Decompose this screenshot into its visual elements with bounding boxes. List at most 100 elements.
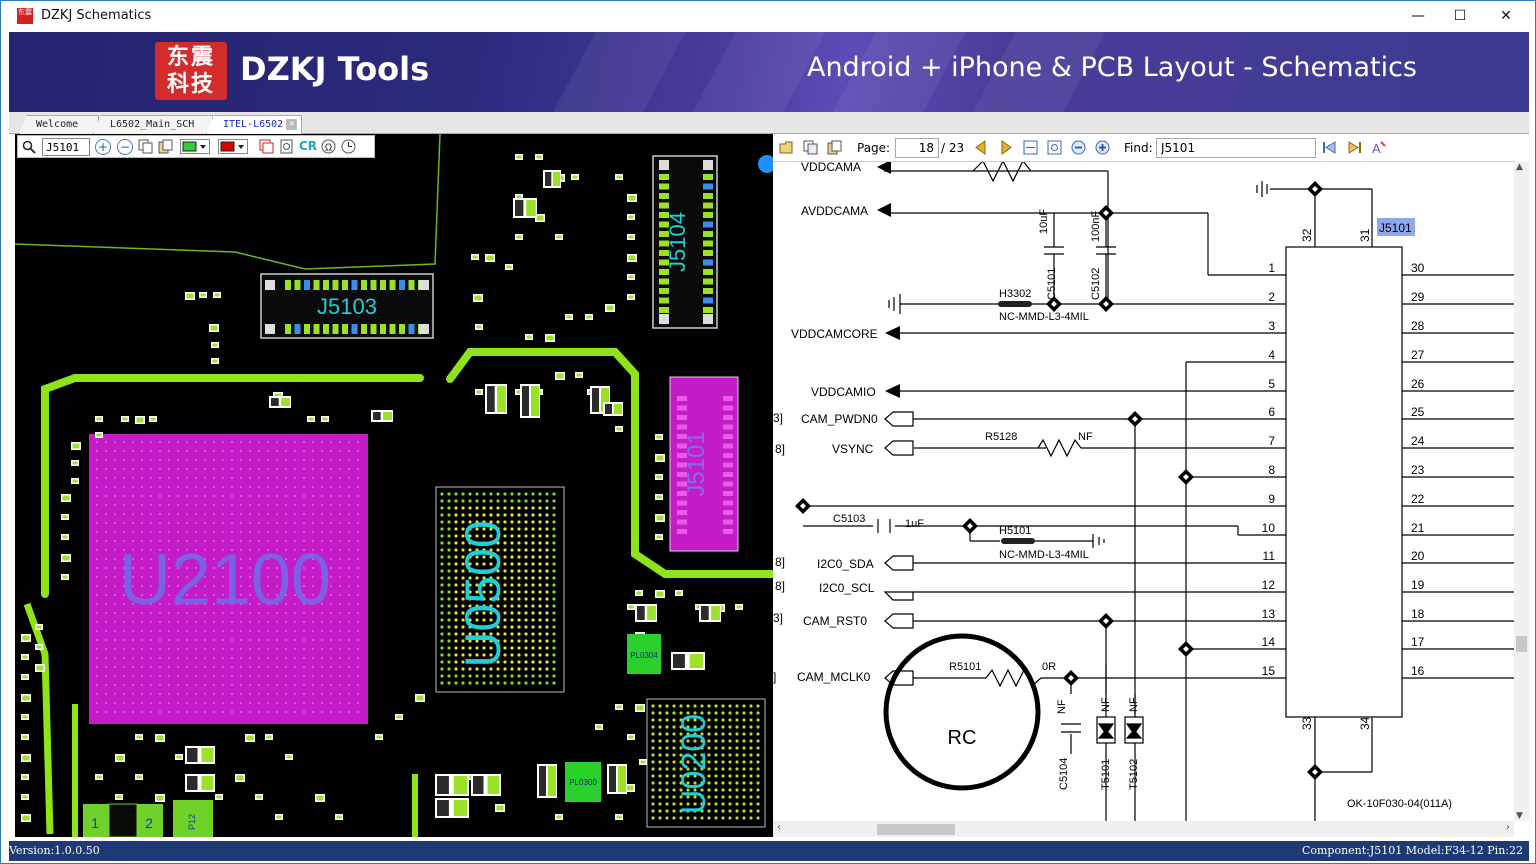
connector-pin-number: 27 xyxy=(1411,348,1425,362)
fill-color-picker[interactable] xyxy=(180,139,210,154)
zoom-in-icon[interactable]: + xyxy=(95,139,111,155)
part-r5128-value: NF xyxy=(1078,431,1093,443)
j5101-symbol xyxy=(1285,246,1403,718)
net-vddcamio: VDDCAMIO xyxy=(811,385,876,399)
u0200-label: U0200 xyxy=(675,714,713,814)
net-avddcama: AVDDCAMA xyxy=(801,204,868,218)
connector-pin-number: 33 xyxy=(1300,716,1314,730)
fit-page-icon[interactable] xyxy=(1047,140,1062,155)
document-icon[interactable] xyxy=(279,139,294,154)
layers-icon[interactable] xyxy=(259,139,274,154)
connector-pin-number: 14 xyxy=(1262,635,1276,649)
connector-pin-number: 12 xyxy=(1262,578,1276,592)
zoom-in-icon[interactable] xyxy=(1095,140,1110,155)
connector-pin-number: 5 xyxy=(1268,377,1275,391)
connector-pin-number: 24 xyxy=(1411,434,1425,448)
pl0300-label: PL0300 xyxy=(569,778,597,787)
connector-pin-number: 17 xyxy=(1411,635,1425,649)
paste-icon[interactable] xyxy=(158,139,173,154)
previous-page-icon[interactable] xyxy=(973,140,988,155)
paste-icon[interactable] xyxy=(827,140,842,155)
net-i2c0-sda: I2C0_SDA xyxy=(817,557,874,571)
schematic-wires xyxy=(803,170,1515,821)
component-search-input[interactable] xyxy=(42,138,90,156)
connector-pin-number: 8 xyxy=(1268,463,1275,477)
connector-pin-number: 11 xyxy=(1263,549,1276,563)
tab-welcome[interactable]: Welcome xyxy=(19,115,99,134)
next-page-icon[interactable] xyxy=(999,140,1014,155)
page-label: Page: xyxy=(857,141,891,155)
vertical-scrollbar[interactable]: ▲ ▼ xyxy=(1514,162,1529,821)
copy-icon[interactable] xyxy=(138,139,153,154)
connector-pin-number: 2 xyxy=(1268,290,1275,304)
u0500-label: U0500 xyxy=(455,520,511,667)
copy-icon[interactable] xyxy=(803,140,818,155)
find-previous-icon[interactable] xyxy=(1322,140,1337,155)
net-i2c0-scl: I2C0_SCL xyxy=(819,581,875,595)
search-icon[interactable] xyxy=(22,139,36,154)
open-icon[interactable] xyxy=(779,140,794,155)
horizontal-scrollbar[interactable]: ‹ › xyxy=(773,821,1514,837)
find-input[interactable] xyxy=(1156,138,1316,158)
part-j5101: J5101 xyxy=(1379,221,1412,235)
offpage-ref: 8] xyxy=(775,579,785,593)
schematic-canvas[interactable]: RC VDDCAMA AVDDCAMA VDDCAMCORE VDDCAMIO … xyxy=(773,134,1515,821)
part-t5101: T5101 xyxy=(1100,759,1112,790)
pcb-canvas[interactable]: U2100 U0500 U0200 J5103 J5104 J5101 PL03… xyxy=(15,134,773,837)
svg-text:Ω: Ω xyxy=(325,143,333,154)
component-info-text: Component:J5101 Model:F34-12 Pin:22 xyxy=(1301,844,1523,857)
scroll-up-icon[interactable]: ▲ xyxy=(1516,162,1523,172)
connector-pin-number: 3 xyxy=(1268,319,1275,333)
connector-pin-number: 25 xyxy=(1411,405,1425,419)
zoom-out-icon[interactable]: − xyxy=(117,139,133,155)
highlight-text-icon[interactable]: A xyxy=(1371,140,1386,156)
connector-pin-number: 28 xyxy=(1411,319,1425,333)
maximize-button[interactable]: ☐ xyxy=(1437,1,1483,32)
scroll-left-icon[interactable]: ‹ xyxy=(777,822,781,833)
pl0304-label: PL0304 xyxy=(630,651,658,660)
clock-icon[interactable] xyxy=(341,139,356,154)
tab-label: L6502_Main_SCH xyxy=(110,119,195,130)
cr-toggle-button[interactable]: CR xyxy=(299,139,317,153)
schematic-view[interactable]: RC VDDCAMA AVDDCAMA VDDCAMCORE VDDCAMIO … xyxy=(773,134,1515,821)
connector-pin-number: 34 xyxy=(1358,716,1372,730)
brand-banner: 东震 科技 DZKJ Tools Android + iPhone & PCB … xyxy=(9,32,1529,112)
part-c5103: C5103 xyxy=(833,513,865,525)
pcb-layout-view[interactable]: U2100 U0500 U0200 J5103 J5104 J5101 PL03… xyxy=(15,134,773,837)
tab-close-icon[interactable]: ✕ xyxy=(286,118,298,130)
part-t5101-value: NF xyxy=(1100,697,1112,712)
connector-pin-number: 15 xyxy=(1262,664,1276,678)
connector-pin-number: 4 xyxy=(1268,348,1275,362)
u2100-label: U2100 xyxy=(119,540,331,620)
vertical-scroll-thumb[interactable] xyxy=(1516,636,1527,652)
close-button[interactable]: ✕ xyxy=(1483,1,1529,32)
scroll-right-icon[interactable]: › xyxy=(1506,822,1510,833)
part-r5101-value: 0R xyxy=(1042,661,1056,673)
connector-pin-number: 21 xyxy=(1411,521,1425,535)
ohm-icon[interactable]: Ω xyxy=(321,139,336,154)
tab-l6502-main-sch[interactable]: L6502_Main_SCH xyxy=(93,115,213,134)
connector-pin-number: 18 xyxy=(1411,607,1425,621)
part-r5128: R5128 xyxy=(985,431,1017,443)
connector-pin-number: 29 xyxy=(1411,290,1425,304)
offpage-ref: 3] xyxy=(773,411,783,425)
scroll-down-icon[interactable]: ▼ xyxy=(1516,811,1523,821)
status-bar: Version:1.0.0.50 Component:J5101 Model:F… xyxy=(9,841,1529,861)
find-next-icon[interactable] xyxy=(1347,140,1362,155)
page-number-input[interactable] xyxy=(895,138,939,158)
version-text: Version:1.0.0.50 xyxy=(9,844,100,857)
pad-1-label: 1 xyxy=(91,815,99,831)
line-color-picker[interactable] xyxy=(218,139,248,154)
connector-pin-number: 9 xyxy=(1268,492,1275,506)
fit-width-icon[interactable] xyxy=(1023,140,1038,155)
part-h3302-value: NC-MMD-L3-4MIL xyxy=(999,311,1089,323)
tab-itel-l6502[interactable]: ITEL-L6502 ✕ xyxy=(206,115,302,134)
offpage-ref: 8] xyxy=(775,555,785,569)
horizontal-scroll-thumb[interactable] xyxy=(877,824,955,835)
rc-annotation-text: RC xyxy=(948,727,977,749)
net-cam-pwdn0: CAM_PWDN0 xyxy=(801,412,878,426)
part-c5104-value: NF xyxy=(1056,699,1068,714)
connector-pin-number: 1 xyxy=(1268,261,1275,275)
minimize-button[interactable]: — xyxy=(1395,1,1441,32)
zoom-out-icon[interactable] xyxy=(1071,140,1086,155)
